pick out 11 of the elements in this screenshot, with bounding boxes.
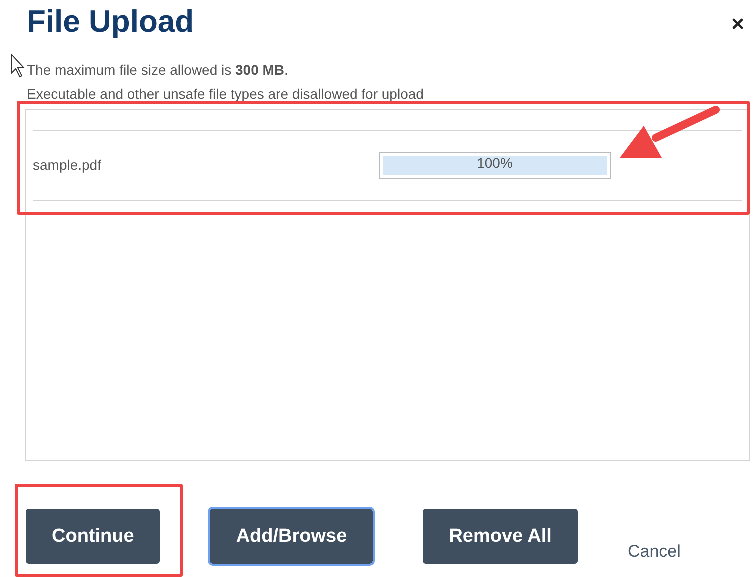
action-button[interactable]: Add/Browse [210, 509, 374, 564]
action-button[interactable]: Continue [26, 509, 160, 564]
file-name: sample.pdf [33, 156, 102, 175]
action-button[interactable]: Remove All [423, 509, 578, 564]
progress-reading: 100% [476, 154, 514, 173]
cursor-icon [11, 54, 27, 78]
notice-text: Executable and other unsafe file types are disallowed for upload [27, 85, 425, 103]
cancel-link[interactable]: Cancel [628, 539, 681, 564]
close-icon[interactable] [730, 16, 746, 32]
dialog-title: File Upload [27, 3, 194, 41]
notice-text: The maximum file size allowed is 300 MB. [27, 61, 290, 79]
